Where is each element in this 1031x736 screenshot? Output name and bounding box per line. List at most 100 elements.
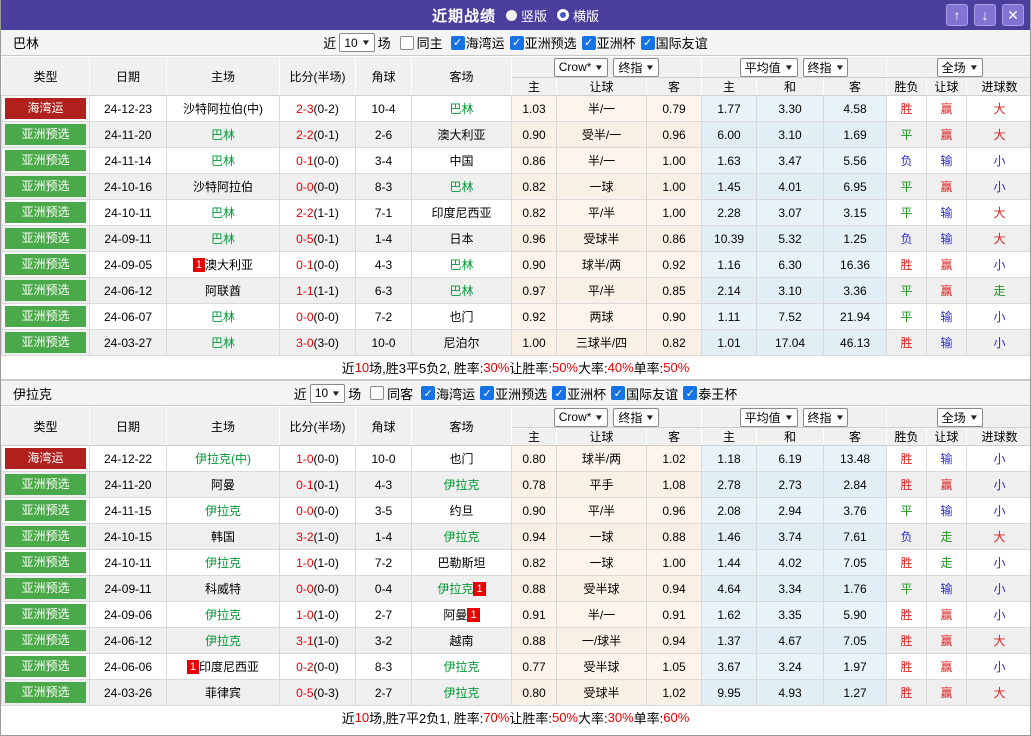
recent-count-select[interactable]: 10▼ [310,384,345,403]
result-goals: 小 [967,472,1031,498]
competition-checkbox[interactable]: ✓ [421,386,435,400]
bookmaker-select[interactable]: Crow*▼ [554,58,609,77]
away-team-cell: 日本 [412,226,512,252]
results-table-body: 海湾运24-12-22伊拉克(中)1-0(0-0)10-0也门0.80球半/两1… [2,446,1031,706]
away-team-cell: 越南 [412,628,512,654]
col-handicap-home: 主 [512,78,557,96]
chevron-down-icon: ▼ [968,413,978,422]
fulltime-select[interactable]: 全场▼ [937,58,983,77]
odds-home: 4.64 [702,576,757,602]
odds-draw: 3.07 [757,200,824,226]
handicap-home-odds: 0.96 [512,226,557,252]
radio-selected-icon [557,9,569,21]
final-odds-select-1[interactable]: 终指▼ [613,58,659,77]
red-card-badge: 1 [467,608,479,622]
competition-badge: 亚洲预选 [5,682,86,703]
score-cell: 0-5(0-1) [280,226,356,252]
result-handicap: 赢 [927,278,967,304]
handicap-away-odds: 0.88 [647,524,702,550]
team-name: 科威特 [205,582,241,596]
competition-checkbox[interactable]: ✓ [582,36,596,50]
result-goals: 小 [967,576,1031,602]
result-goals: 大 [967,524,1031,550]
filter-row: 伊拉克 近 10▼ 场 同客 ✓海湾运✓亚洲预选✓亚洲杯✓国际友谊✓泰王杯 [1,380,1030,406]
recent-count-select[interactable]: 10▼ [339,33,374,52]
date-cell: 24-09-11 [90,226,167,252]
home-team-cell: 巴林 [167,304,280,330]
layout-horizontal-radio[interactable]: 横版 [557,6,599,25]
recent-results-panel: 近期战绩 竖版 横版 ↑ ↓ ✕ 巴林 近 10▼ 场 [0,0,1031,736]
result-outcome: 负 [887,226,927,252]
home-team-cell: 1印度尼西亚 [167,654,280,680]
type-cell: 亚洲预选 [2,654,90,680]
handicap-home-odds: 0.88 [512,628,557,654]
competition-checkbox[interactable]: ✓ [641,36,655,50]
odds-away: 13.48 [824,446,887,472]
summary-text: 近 [342,708,355,727]
competition-checkbox[interactable]: ✓ [552,386,566,400]
date-cell: 24-11-20 [90,472,167,498]
home-team-cell: 沙特阿拉伯 [167,174,280,200]
team-section-bahrain: 巴林 近 10▼ 场 同主 ✓海湾运✓亚洲预选✓亚洲杯✓国际友谊 类型 [1,30,1030,380]
fulltime-select[interactable]: 全场▼ [937,408,983,427]
competition-checkbox[interactable]: ✓ [683,386,697,400]
odds-home: 1.44 [702,550,757,576]
col-goals-result: 进球数 [967,428,1031,446]
odds-away: 7.05 [824,550,887,576]
result-goals: 大 [967,680,1031,706]
odds-away: 7.61 [824,524,887,550]
corner-cell: 1-4 [356,226,412,252]
result-handicap: 赢 [927,472,967,498]
away-team-cell: 伊拉克 [412,680,512,706]
team-name: 约旦 [449,504,473,518]
competition-checkbox[interactable]: ✓ [611,386,625,400]
layout-vertical-radio[interactable]: 竖版 [506,6,547,25]
col-home: 主场 [167,57,280,96]
competition-checkbox[interactable]: ✓ [510,36,524,50]
odds-draw: 3.24 [757,654,824,680]
final-odds-select-2[interactable]: 终指▼ [803,58,849,77]
europe-odds-group: 平均值▼ 终指▼ [702,57,887,78]
away-team-cell: 巴勒斯坦 [412,550,512,576]
chevron-down-icon: ▼ [783,413,793,422]
final-odds-select-2[interactable]: 终指▼ [803,408,849,427]
move-up-button[interactable]: ↑ [946,4,968,26]
col-outcome: 胜负 [887,428,927,446]
result-outcome: 平 [887,498,927,524]
team-name: 澳大利亚 [437,128,485,142]
match-row: 亚洲预选24-06-07巴林0-0(0-0)7-2也门0.92两球0.901.1… [2,304,1031,330]
result-handicap: 走 [927,524,967,550]
average-select[interactable]: 平均值▼ [740,58,798,77]
summary-text: 让胜率: [509,358,552,377]
same-venue-checkbox[interactable] [370,386,384,400]
score-cell: 0-1(0-0) [280,252,356,278]
competition-badge: 亚洲预选 [5,176,86,197]
odds-draw: 3.34 [757,576,824,602]
col-handicap-line: 让球 [557,428,647,446]
bookmaker-select[interactable]: Crow*▼ [554,408,609,427]
competition-checkbox-label: 亚洲预选 [525,33,577,52]
title-group: 近期战绩 竖版 横版 [1,5,1030,26]
home-team-cell: 菲律宾 [167,680,280,706]
close-button[interactable]: ✕ [1002,4,1024,26]
team-name: 中国 [449,154,473,168]
same-venue-checkbox[interactable] [400,36,414,50]
result-goals: 小 [967,148,1031,174]
summary-text: 40% [608,360,634,375]
odds-away: 1.25 [824,226,887,252]
home-team-cell: 伊拉克 [167,550,280,576]
result-outcome: 胜 [887,602,927,628]
average-select[interactable]: 平均值▼ [740,408,798,427]
col-odds-draw: 和 [757,428,824,446]
handicap-away-odds: 0.91 [647,602,702,628]
away-team-cell: 也门 [412,304,512,330]
col-date: 日期 [90,57,167,96]
competition-checkbox[interactable]: ✓ [480,386,494,400]
odds-home: 10.39 [702,226,757,252]
handicap-line: 平/半 [557,200,647,226]
move-down-button[interactable]: ↓ [974,4,996,26]
team-name: 澳大利亚 [205,258,253,272]
final-odds-select-1[interactable]: 终指▼ [613,408,659,427]
team-name: 阿联酋 [205,284,241,298]
competition-checkbox[interactable]: ✓ [451,36,465,50]
